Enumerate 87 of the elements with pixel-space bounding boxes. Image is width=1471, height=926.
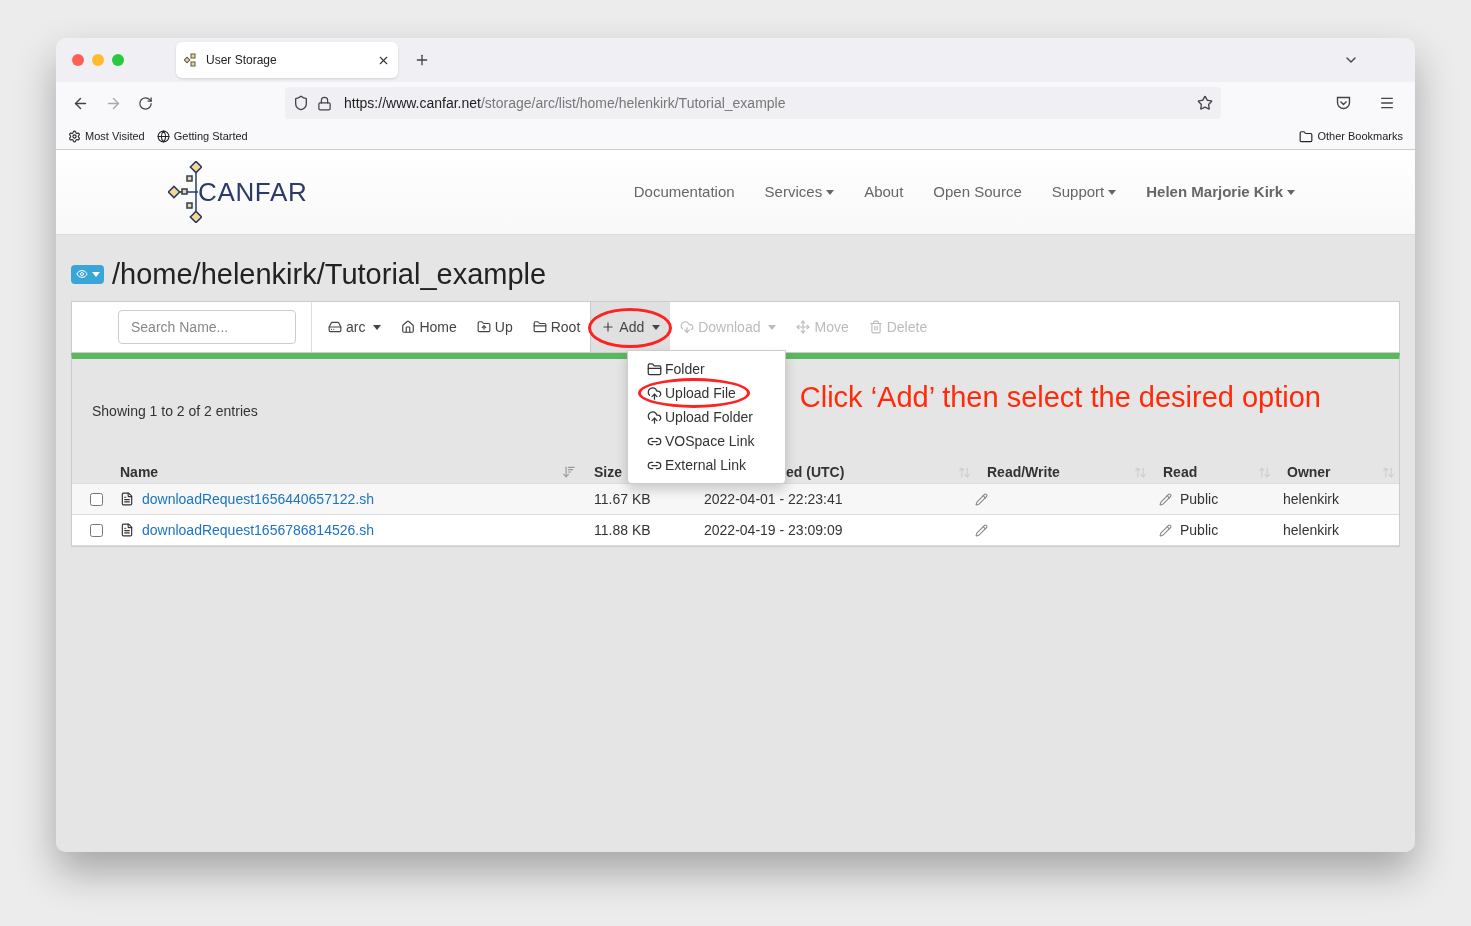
bookmark-star-icon[interactable]	[1197, 95, 1213, 111]
table-row[interactable]: downloadRequest1656440657122.sh 11.67 KB 2022-04-01 - 22:23:41 Public helenkirk	[72, 484, 1399, 515]
read-permission: Public	[1180, 520, 1219, 540]
bookmark-item[interactable]: Other Bookmarks	[1299, 128, 1403, 145]
pencil-icon[interactable]	[1159, 492, 1172, 506]
menu-icon[interactable]	[1379, 95, 1395, 111]
table-row[interactable]: downloadRequest1656786814526.sh 11.88 KB 2022-04-19 - 23:09:09 Public helenkirk	[72, 515, 1399, 546]
column-header[interactable]: Read	[1163, 461, 1198, 483]
menu-item[interactable]: VOSpace Link	[647, 429, 766, 453]
owner-name: helenkirk	[1283, 490, 1340, 507]
eye-icon	[75, 268, 88, 280]
home-icon	[401, 320, 416, 334]
folder-icon	[647, 361, 662, 377]
file-size: 11.88 KB	[594, 521, 651, 538]
menu-item[interactable]: Upload Folder	[647, 405, 766, 429]
globe-icon	[156, 130, 170, 143]
drive-icon	[328, 320, 342, 334]
page-title: /home/helenkirk/Tutorial_example	[112, 257, 547, 291]
row-checkbox[interactable]	[89, 523, 103, 537]
file-icon	[120, 492, 134, 506]
logo-text: CANFAR	[198, 175, 308, 209]
owner-name: helenkirk	[1283, 521, 1340, 538]
caret-icon	[1287, 189, 1295, 195]
address-bar[interactable]: https://www.canfar.net/storage/arc/list/home/helenkirk/Tutorial_example	[285, 87, 1221, 119]
caret-icon	[91, 271, 100, 277]
annotation-text: Click ‘Add’ then select the desired option	[799, 380, 1321, 416]
menu-item[interactable]: Folder	[647, 357, 766, 381]
menu-item[interactable]: External Link	[647, 453, 766, 477]
favicon-icon	[184, 53, 198, 67]
maximize-window-icon[interactable]	[112, 54, 124, 66]
up-icon	[476, 320, 491, 334]
caret-icon	[768, 324, 777, 330]
nav-link[interactable]: Documentation	[633, 180, 735, 204]
reload-icon[interactable]	[138, 95, 153, 111]
caret-icon	[1108, 189, 1117, 195]
tab-title: User Storage	[206, 52, 278, 69]
nav-link[interactable]: About	[864, 180, 904, 204]
folder-icon	[532, 320, 547, 334]
caret-icon	[652, 324, 661, 330]
file-size: 11.67 KB	[594, 490, 651, 507]
toolbar-button[interactable]: Root	[522, 302, 591, 352]
menu-item[interactable]: Upload File	[647, 381, 766, 405]
upload-icon	[647, 409, 662, 425]
bookmark-item[interactable]: Getting Started	[156, 128, 248, 145]
entries-info: Showing 1 to 2 of 2 entries	[92, 401, 258, 421]
pocket-icon[interactable]	[1336, 96, 1351, 110]
nav-link[interactable]: Helen Marjorie Kirk	[1146, 180, 1295, 204]
nav-link[interactable]: Services	[764, 180, 835, 204]
read-permission: Public	[1180, 489, 1219, 509]
trash-icon	[868, 320, 883, 334]
modified-date: 2022-04-01 - 22:23:41	[704, 490, 843, 507]
bookmark-item[interactable]: Most Visited	[68, 128, 145, 145]
gear-icon	[68, 130, 81, 143]
caret-icon	[826, 189, 835, 195]
browser-tab[interactable]: User Storage	[176, 42, 398, 78]
file-icon	[120, 523, 134, 537]
nav-link[interactable]: Open Source	[933, 180, 1022, 204]
download-icon	[680, 320, 695, 334]
column-header[interactable]: Size	[594, 461, 622, 483]
close-window-icon[interactable]	[72, 54, 84, 66]
column-header[interactable]: Name	[120, 461, 159, 483]
new-tab-icon[interactable]	[414, 52, 430, 68]
upload-icon	[647, 385, 662, 401]
toolbar-button[interactable]: Home	[391, 302, 467, 352]
pencil-icon[interactable]	[1159, 523, 1172, 537]
nav-link[interactable]: Support	[1051, 180, 1117, 204]
modified-date: 2022-04-19 - 23:09:09	[704, 521, 843, 538]
caret-icon	[373, 324, 382, 330]
column-header[interactable]: Owner	[1287, 461, 1331, 483]
sort-icon[interactable]	[562, 465, 576, 479]
column-header[interactable]: Read/Write	[987, 461, 1060, 483]
file-link[interactable]: downloadRequest1656440657122.sh	[142, 488, 374, 510]
plus-icon	[601, 320, 616, 334]
toolbar-button[interactable]: arc	[318, 302, 392, 352]
url-text: https://www.canfar.net/storage/arc/list/home/helenkirk/Tutorial_example	[344, 93, 787, 113]
view-toggle-button[interactable]	[71, 264, 104, 284]
pencil-icon[interactable]	[975, 523, 988, 537]
folder-icon	[1299, 129, 1314, 144]
lock-icon	[317, 95, 332, 111]
file-link[interactable]: downloadRequest1656786814526.sh	[142, 519, 374, 541]
pencil-icon[interactable]	[975, 492, 988, 506]
move-icon	[796, 320, 811, 334]
column-header[interactable]: ed (UTC)	[786, 461, 845, 483]
search-field[interactable]: Search Name...	[118, 310, 296, 344]
shield-icon	[293, 95, 309, 111]
row-checkbox[interactable]	[89, 492, 103, 506]
toolbar-button[interactable]: Up	[466, 302, 523, 352]
